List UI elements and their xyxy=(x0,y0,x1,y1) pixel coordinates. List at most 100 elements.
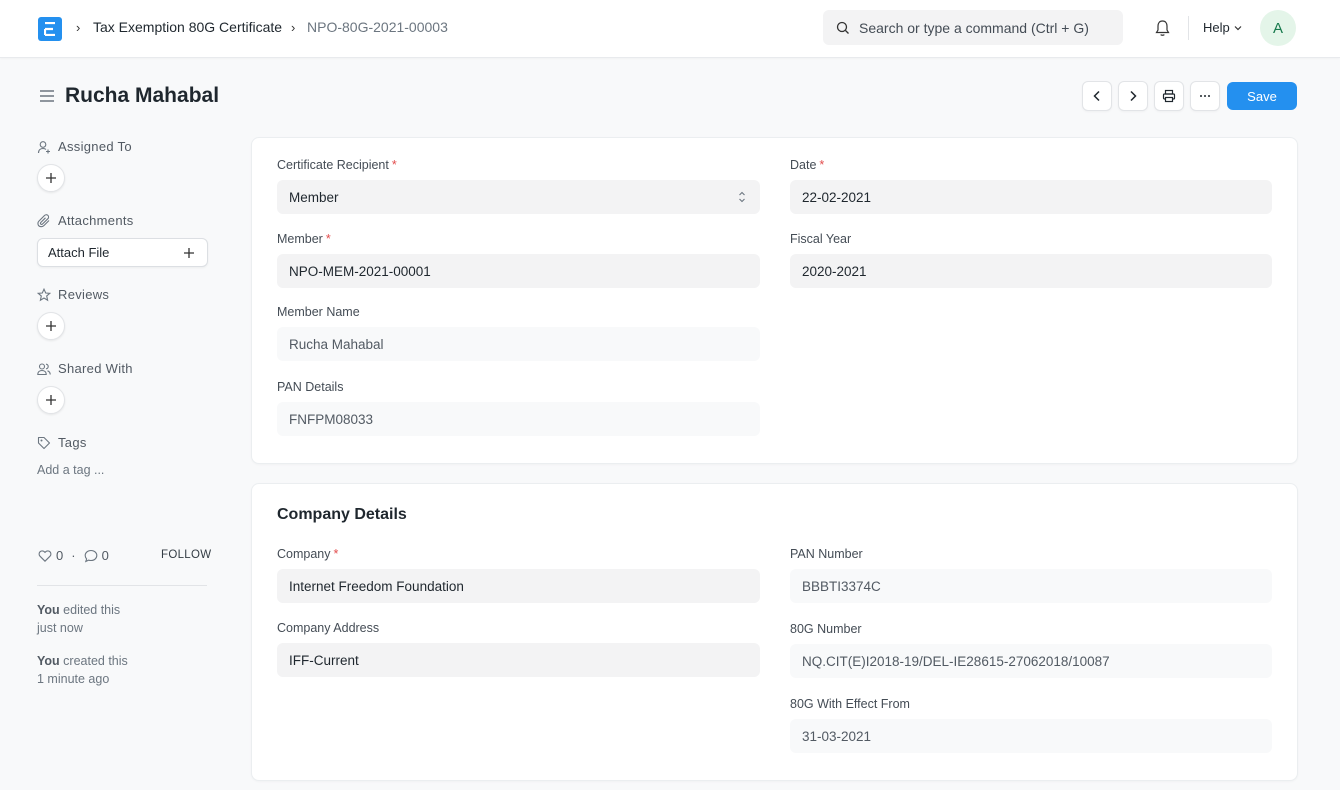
fiscal-year-value: 2020-2021 xyxy=(802,263,867,279)
pan-number-field: BBBTI3374C xyxy=(790,569,1272,603)
pan-details-label: PAN Details xyxy=(277,380,344,394)
separator-dot: · xyxy=(71,548,76,563)
activity-item: You created this 1 minute ago xyxy=(37,652,128,688)
add-tag-input[interactable]: Add a tag ... xyxy=(37,463,104,477)
80g-effect-from-field: 31-03-2021 xyxy=(790,719,1272,753)
users-icon xyxy=(37,362,51,375)
activity-actor: You xyxy=(37,654,60,668)
company-address-label: Company Address xyxy=(277,621,380,635)
activity-time: 1 minute ago xyxy=(37,672,110,686)
activity-actor: You xyxy=(37,603,60,617)
chevron-down-icon xyxy=(1234,25,1242,30)
breadcrumb-doctype[interactable]: Tax Exemption 80G Certificate xyxy=(93,19,282,35)
certificate-recipient-select[interactable]: Member xyxy=(277,180,760,214)
app-logo[interactable] xyxy=(38,17,62,41)
pan-details-field: FNFPM08033 xyxy=(277,402,760,436)
date-value: 22-02-2021 xyxy=(802,189,872,205)
member-name-value: Rucha Mahabal xyxy=(289,336,384,352)
member-name-label: Member Name xyxy=(277,305,360,319)
pan-details-value: FNFPM08033 xyxy=(289,411,374,427)
add-share-button[interactable] xyxy=(37,386,65,414)
heart-icon[interactable] xyxy=(38,549,52,563)
80g-number-value: NQ.CIT(E)I2018-19/DEL-IE28615-27062018/1… xyxy=(802,653,1110,669)
company-value: Internet Freedom Foundation xyxy=(289,578,464,594)
notification-bell-icon[interactable] xyxy=(1154,19,1171,37)
ellipsis-icon xyxy=(1200,95,1210,97)
sidebar-toggle-icon[interactable] xyxy=(39,89,55,103)
search-bar[interactable] xyxy=(823,10,1123,45)
shared-with-section: Shared With xyxy=(37,361,133,376)
tags-label: Tags xyxy=(58,435,87,450)
80g-number-label: 80G Number xyxy=(790,622,862,636)
chevron-left-icon xyxy=(1093,90,1100,102)
printer-icon xyxy=(1162,89,1176,103)
reviews-section: Reviews xyxy=(37,287,109,302)
certificate-recipient-value: Member xyxy=(289,189,339,205)
fiscal-year-input[interactable]: 2020-2021 xyxy=(790,254,1272,288)
navbar: › Tax Exemption 80G Certificate › NPO-80… xyxy=(0,0,1340,58)
member-label: Member * xyxy=(277,232,331,246)
80g-number-field: NQ.CIT(E)I2018-19/DEL-IE28615-27062018/1… xyxy=(790,644,1272,678)
print-button[interactable] xyxy=(1154,81,1184,111)
company-address-value: IFF-Current xyxy=(289,652,359,668)
breadcrumb-separator-icon: › xyxy=(76,20,81,35)
navbar-divider xyxy=(1188,16,1189,40)
member-value: NPO-MEM-2021-00001 xyxy=(289,263,431,279)
member-input[interactable]: NPO-MEM-2021-00001 xyxy=(277,254,760,288)
user-add-icon xyxy=(37,140,50,153)
attachments-label: Attachments xyxy=(58,213,134,228)
user-avatar[interactable]: A xyxy=(1260,10,1296,46)
select-updown-icon xyxy=(739,191,745,203)
activity-action: created this xyxy=(59,654,128,668)
plus-icon xyxy=(46,321,56,331)
company-address-input[interactable]: IFF-Current xyxy=(277,643,760,677)
80g-effect-from-label: 80G With Effect From xyxy=(790,697,910,711)
add-assignee-button[interactable] xyxy=(37,164,65,192)
help-dropdown[interactable]: Help xyxy=(1203,20,1242,35)
chevron-right-icon xyxy=(1130,90,1137,102)
reviews-label: Reviews xyxy=(58,287,110,302)
search-icon xyxy=(836,21,849,34)
assigned-to-label: Assigned To xyxy=(58,139,132,154)
attach-file-button[interactable]: Attach File xyxy=(37,238,208,267)
previous-document-button[interactable] xyxy=(1082,81,1112,111)
help-label: Help xyxy=(1203,20,1230,35)
breadcrumb-separator-icon: › xyxy=(291,20,296,35)
pan-number-label: PAN Number xyxy=(790,547,863,561)
plus-icon xyxy=(184,247,194,258)
tag-icon xyxy=(37,436,51,449)
save-button[interactable]: Save xyxy=(1227,82,1297,110)
date-label: Date * xyxy=(790,158,825,172)
like-comment-counts: 0 · 0 xyxy=(38,548,109,563)
attachments-section: Attachments xyxy=(37,213,134,228)
member-name-field: Rucha Mahabal xyxy=(277,327,760,361)
date-input[interactable]: 22-02-2021 xyxy=(790,180,1272,214)
80g-effect-from-value: 31-03-2021 xyxy=(802,728,872,744)
activity-item: You edited this just now xyxy=(37,601,120,637)
plus-icon xyxy=(46,173,56,183)
activity-action: edited this xyxy=(59,603,121,617)
breadcrumb-document[interactable]: NPO-80G-2021-00003 xyxy=(307,19,448,35)
page-title: Rucha Mahabal xyxy=(65,84,220,107)
company-input[interactable]: Internet Freedom Foundation xyxy=(277,569,760,603)
follow-button[interactable]: FOLLOW xyxy=(161,549,211,561)
logo-icon xyxy=(44,22,55,36)
fiscal-year-label: Fiscal Year xyxy=(790,232,852,246)
comment-icon[interactable] xyxy=(84,549,98,563)
likes-count: 0 xyxy=(56,548,64,563)
certificate-recipient-label: Certificate Recipient * xyxy=(277,158,397,172)
next-document-button[interactable] xyxy=(1118,81,1148,111)
add-review-button[interactable] xyxy=(37,312,65,340)
sidebar-divider xyxy=(37,585,207,586)
more-actions-button[interactable] xyxy=(1190,81,1220,111)
tags-section: Tags xyxy=(37,435,87,450)
plus-icon xyxy=(46,395,56,405)
paperclip-icon xyxy=(37,213,50,227)
company-label: Company * xyxy=(277,547,339,561)
comments-count: 0 xyxy=(101,548,109,563)
star-icon xyxy=(37,287,51,301)
pan-number-value: BBBTI3374C xyxy=(802,578,881,594)
company-details-heading[interactable]: Company Details xyxy=(277,506,407,524)
shared-with-label: Shared With xyxy=(58,361,133,376)
search-input[interactable] xyxy=(859,19,1099,36)
